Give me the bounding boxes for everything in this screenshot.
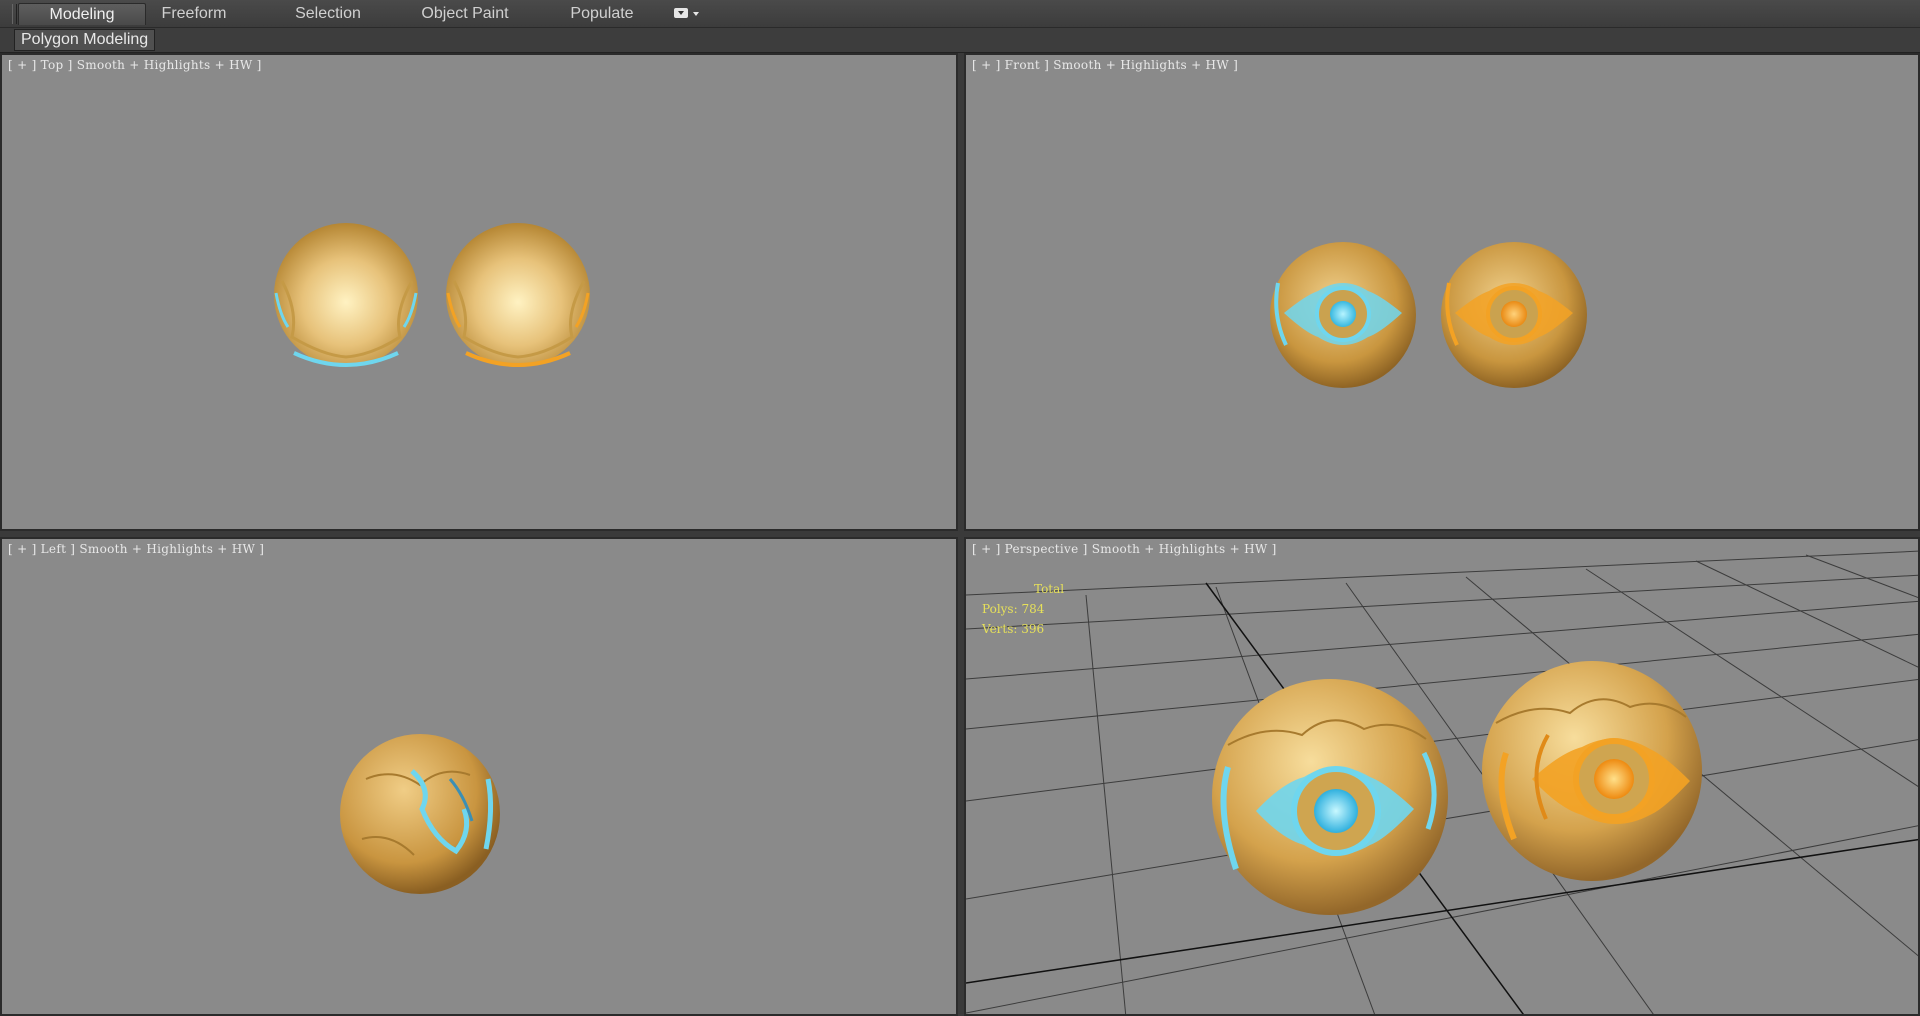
tab-freeform[interactable]: Freeform	[148, 3, 240, 24]
viewport-top[interactable]: [ + ] Top ] Smooth + Highlights + HW ]	[0, 53, 958, 531]
viewport-perspective-scene	[966, 550, 1918, 1014]
sphere-blue-top	[274, 223, 418, 367]
sphere-blue-front	[1270, 242, 1416, 388]
tab-selection[interactable]: Selection	[282, 3, 374, 24]
stats-verts: Verts: 396	[982, 622, 1045, 636]
ribbon-panel: Polygon Modeling	[0, 28, 1920, 53]
viewport-perspective[interactable]: [ + ] Perspective ] Smooth + Highlights …	[964, 537, 1920, 1016]
ribbon-grip-handle[interactable]	[12, 4, 17, 24]
ribbon-options-dropdown[interactable]	[672, 7, 704, 21]
sphere-orange-front	[1441, 242, 1587, 388]
viewport-top-label[interactable]: [ + ] Top ] Smooth + Highlights + HW ]	[8, 58, 262, 72]
sphere-orange-top	[446, 223, 590, 367]
viewport-top-scene	[274, 223, 590, 367]
viewport-front[interactable]: [ + ] Front ] Smooth + Highlights + HW ]	[964, 53, 1920, 531]
sphere-orange-perspective	[1482, 661, 1702, 881]
stats-total-label: Total	[1034, 582, 1065, 596]
viewport-front-scene	[1270, 242, 1587, 388]
stats-polys: Polys: 784	[982, 602, 1045, 616]
tab-object-paint[interactable]: Object Paint	[410, 3, 520, 24]
polygon-modeling-panel-button[interactable]: Polygon Modeling	[14, 29, 156, 51]
scene-statistics: Total Polys: 784 Verts: 396	[982, 579, 1064, 639]
chevron-down-icon	[693, 12, 699, 16]
viewport-left[interactable]: [ + ] Left ] Smooth + Highlights + HW ]	[0, 537, 958, 1016]
sphere-blue-perspective	[1212, 679, 1448, 915]
grid-axis-x	[966, 838, 1918, 984]
viewport-left-label[interactable]: [ + ] Left ] Smooth + Highlights + HW ]	[8, 542, 264, 556]
ribbon-tab-bar: Modeling Freeform Selection Object Paint…	[0, 0, 1920, 28]
viewport-perspective-label[interactable]: [ + ] Perspective ] Smooth + Highlights …	[972, 542, 1277, 556]
viewport-front-label[interactable]: [ + ] Front ] Smooth + Highlights + HW ]	[972, 58, 1238, 72]
sphere-left-view	[340, 734, 500, 894]
viewport-left-scene	[340, 734, 500, 894]
tab-populate[interactable]: Populate	[560, 3, 644, 24]
tab-modeling[interactable]: Modeling	[18, 3, 146, 25]
ribbon-menu-icon	[674, 8, 688, 18]
